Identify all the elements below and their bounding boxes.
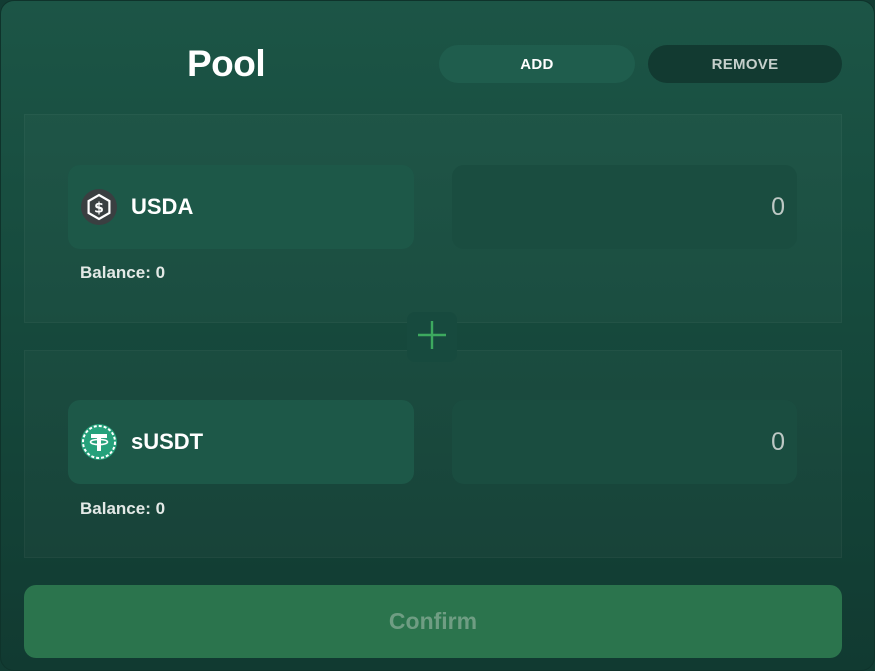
plus-icon [416,319,448,356]
token-a-symbol: USDA [131,194,194,219]
tether-token-icon [80,423,118,461]
token-a-select-button[interactable]: $ USDA [68,165,414,249]
token-b-select-button[interactable]: sUSDT [68,400,414,484]
confirm-button[interactable]: Confirm [24,585,842,658]
token-b-amount-input[interactable] [452,400,797,484]
page-title: Pool [187,43,266,84]
svg-text:$: $ [94,201,104,217]
tab-remove[interactable]: REMOVE [648,45,842,83]
token-a-amount-input[interactable] [452,165,797,249]
token-a-balance: Balance: 0 [80,263,166,282]
tab-add[interactable]: ADD [439,45,635,83]
usda-token-icon: $ [80,188,118,226]
token-b-balance: Balance: 0 [80,499,166,518]
pool-card: Pool ADD REMOVE $ USDA Balance: 0 [0,0,875,671]
plus-button[interactable] [407,312,457,362]
token-b-symbol: sUSDT [131,429,204,454]
